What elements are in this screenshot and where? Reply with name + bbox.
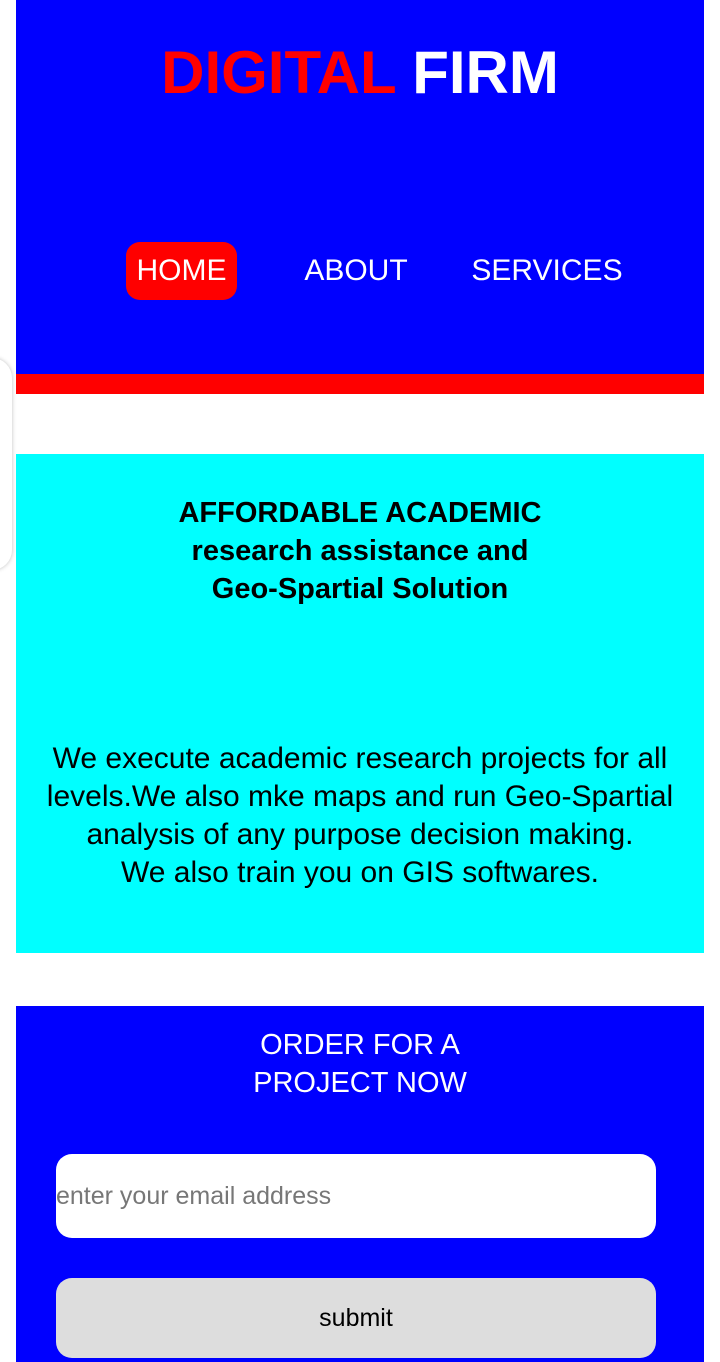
main-nav: HOME ABOUT SERVICES xyxy=(16,242,704,300)
hero-text-line: levels.We also mke maps and run Geo-Spar… xyxy=(46,780,674,813)
order-title: ORDER FOR A PROJECT NOW xyxy=(0,1026,720,1102)
hero-title-line: Geo-Spartial Solution xyxy=(211,573,509,605)
order-title-line: PROJECT NOW xyxy=(253,1067,467,1099)
page: DIGITAL FIRM HOME ABOUT SERVICES AFFORDA… xyxy=(0,0,720,1362)
hero-text-line: We also train you on GIS softwares. xyxy=(121,856,599,889)
hero-text-line: analysis of any purpose decision making. xyxy=(86,818,634,851)
hero-text-line: We execute academic research projects fo… xyxy=(52,742,668,775)
email-input[interactable] xyxy=(56,1154,656,1238)
header-divider xyxy=(16,374,704,394)
hero-title-line: AFFORDABLE ACADEMIC xyxy=(178,497,542,529)
nav-item-about[interactable]: ABOUT xyxy=(296,242,416,300)
site-header: DIGITAL FIRM HOME ABOUT SERVICES xyxy=(16,0,704,374)
hero-title-line: research assistance and xyxy=(191,535,529,567)
nav-item-home[interactable]: HOME xyxy=(126,242,237,300)
brand-logo: DIGITAL FIRM xyxy=(16,38,704,108)
nav-item-services[interactable]: SERVICES xyxy=(468,242,626,300)
hero-description: We execute academic research projects fo… xyxy=(0,740,720,892)
hero-title: AFFORDABLE ACADEMIC research assistance … xyxy=(0,494,720,608)
submit-button[interactable]: submit xyxy=(56,1278,656,1358)
order-title-line: ORDER FOR A xyxy=(260,1029,460,1061)
brand-word-digital: DIGITAL xyxy=(161,39,396,106)
brand-word-firm: FIRM xyxy=(412,39,559,106)
